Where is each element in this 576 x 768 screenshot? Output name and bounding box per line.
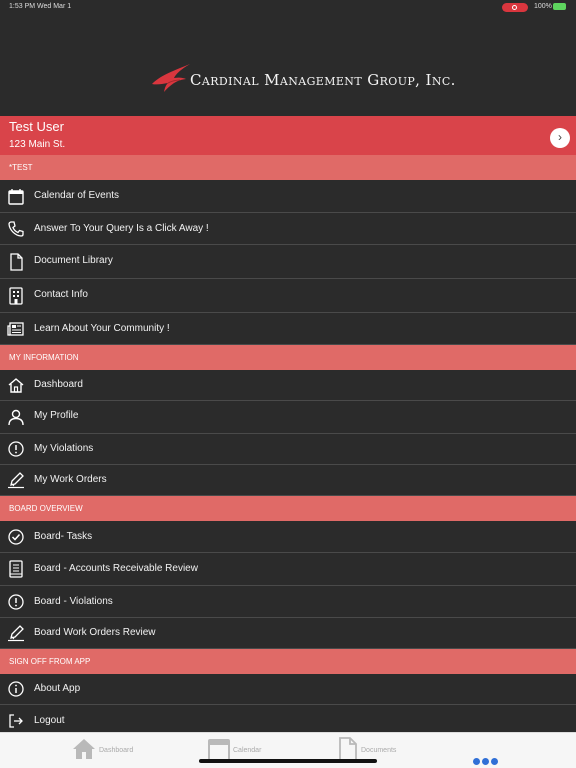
- info-icon: [8, 681, 24, 697]
- status-bar: 1:53 PM Wed Mar 1 100%: [0, 0, 576, 14]
- battery-icon: [553, 3, 566, 10]
- home-icon: [8, 378, 24, 393]
- menu-item-label: Document Library: [34, 255, 113, 266]
- menu-item-answer-query[interactable]: Answer To Your Query Is a Click Away !: [0, 213, 576, 245]
- pencil-icon: [8, 472, 24, 489]
- ledger-icon: [9, 560, 23, 578]
- menu-item-board-accounts-receivable[interactable]: Board - Accounts Receivable Review: [0, 553, 576, 586]
- battery-percent: 100%: [534, 3, 552, 10]
- section-header-my-information: MY INFORMATION: [0, 345, 576, 370]
- menu-item-label: Answer To Your Query Is a Click Away !: [34, 223, 209, 234]
- menu-item-label: Calendar of Events: [34, 190, 120, 201]
- cardinal-logo-icon: [152, 64, 190, 92]
- company-name: Cardinal Management Group, Inc.: [190, 71, 456, 89]
- menu-item-my-violations[interactable]: My Violations: [0, 434, 576, 465]
- menu-item-contact-info[interactable]: Contact Info: [0, 279, 576, 313]
- user-address: 123 Main St.: [9, 139, 66, 150]
- tab-dashboard[interactable]: Dashboard: [72, 737, 142, 763]
- menu-item-board-work-orders-review[interactable]: Board Work Orders Review: [0, 618, 576, 649]
- app-header: Cardinal Management Group, Inc.: [0, 14, 576, 116]
- more-tab-icon[interactable]: [473, 752, 500, 768]
- menu-item-board-violations[interactable]: Board - Violations: [0, 586, 576, 618]
- section-header-sign-off: SIGN OFF FROM APP: [0, 649, 576, 674]
- menu-item-label: My Violations: [34, 443, 94, 454]
- menu-item-label: Learn About Your Community !: [34, 323, 170, 334]
- logout-icon: [9, 714, 23, 728]
- screen-recording-icon: [502, 3, 528, 12]
- user-name: Test User: [9, 119, 64, 134]
- menu-item-my-work-orders[interactable]: My Work Orders: [0, 465, 576, 496]
- building-icon: [9, 287, 23, 305]
- section-header-board-overview: BOARD OVERVIEW: [0, 496, 576, 521]
- menu-item-my-profile[interactable]: My Profile: [0, 401, 576, 434]
- tab-label: Calendar: [233, 747, 262, 754]
- menu-item-label: Board - Violations: [34, 596, 113, 607]
- phone-icon: [8, 221, 24, 237]
- menu-item-learn-community[interactable]: Learn About Your Community !: [0, 313, 576, 345]
- chevron-right-icon[interactable]: ›: [550, 128, 570, 148]
- menu-item-label: Dashboard: [34, 379, 83, 390]
- menu-item-logout[interactable]: Logout: [0, 705, 576, 732]
- menu-item-label: Board - Accounts Receivable Review: [34, 563, 198, 574]
- tab-label: Dashboard: [99, 747, 134, 754]
- menu-item-label: About App: [34, 683, 81, 694]
- menu-item-label: My Work Orders: [34, 474, 107, 485]
- person-icon: [8, 409, 24, 426]
- pencil-icon: [8, 625, 24, 642]
- check-circle-icon: [8, 529, 24, 545]
- menu-item-board-tasks[interactable]: Board- Tasks: [0, 521, 576, 553]
- menu-item-calendar-of-events[interactable]: Calendar of Events: [0, 180, 576, 213]
- calendar-icon: [208, 739, 230, 761]
- home-icon: [73, 739, 95, 759]
- menu-item-label: Board Work Orders Review: [34, 627, 156, 638]
- menu-item-label: My Profile: [34, 410, 79, 421]
- home-indicator: [199, 759, 377, 763]
- user-bar[interactable]: Test User 123 Main St.: [0, 116, 576, 155]
- menu-item-label: Contact Info: [34, 289, 88, 300]
- menu-item-document-library[interactable]: Document Library: [0, 245, 576, 279]
- menu-item-about-app[interactable]: About App: [0, 674, 576, 705]
- menu-item-label: Board- Tasks: [34, 531, 93, 542]
- newspaper-icon: [7, 322, 24, 336]
- document-icon: [339, 737, 357, 761]
- tab-label: Documents: [361, 747, 397, 754]
- alert-icon: [8, 594, 24, 610]
- menu-item-dashboard[interactable]: Dashboard: [0, 370, 576, 401]
- document-icon: [10, 253, 23, 271]
- menu-item-label: Logout: [34, 715, 65, 726]
- calendar-icon: [8, 189, 24, 205]
- alert-icon: [8, 441, 24, 457]
- section-header-test: *TEST: [0, 155, 576, 180]
- status-time: 1:53 PM Wed Mar 1: [9, 3, 72, 10]
